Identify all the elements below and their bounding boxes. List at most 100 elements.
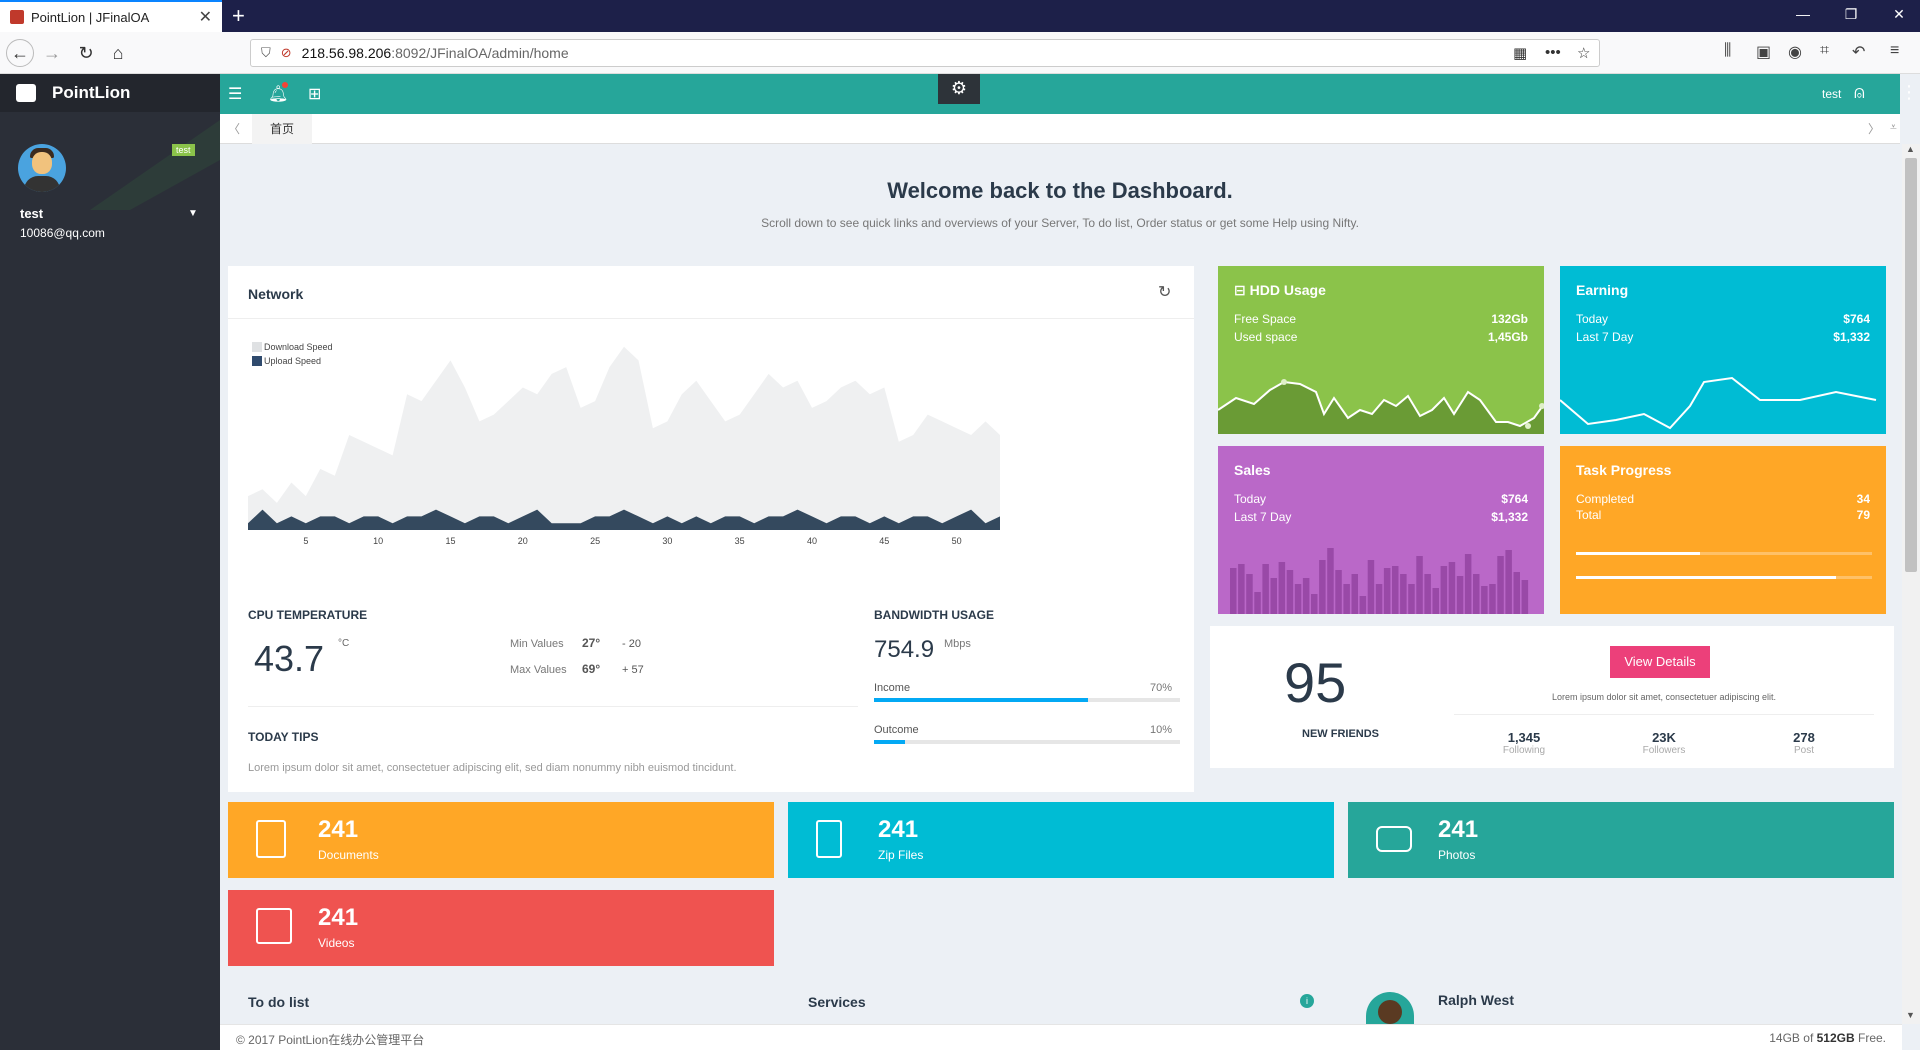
close-window-icon[interactable]: ✕ [1884, 6, 1914, 23]
screenshot-icon[interactable]: ⌗ [1820, 42, 1829, 60]
scroll-up-icon[interactable]: ▲ [1906, 144, 1915, 154]
reload-icon[interactable]: ↻ [72, 40, 100, 66]
close-tab-icon[interactable]: ✕ [199, 7, 212, 27]
earning-week-value: $1,332 [1833, 330, 1870, 344]
minimize-icon[interactable]: — [1788, 6, 1818, 22]
zip-files-tile[interactable]: 241 Zip Files [788, 802, 1334, 878]
brand[interactable]: PointLion [0, 74, 220, 112]
undo-icon[interactable]: ↶ [1852, 42, 1865, 62]
task-total-label: Total [1576, 508, 1602, 522]
refresh-icon[interactable]: ↻ [1158, 282, 1171, 302]
qr-code-icon[interactable]: ▦ [1513, 44, 1527, 62]
network-title: Network [248, 286, 304, 302]
video-icon [256, 908, 292, 944]
tab-home[interactable]: 首页 [252, 114, 312, 144]
sales-bar [1432, 588, 1439, 614]
documents-label: Documents [318, 848, 379, 862]
min-value: 27° [582, 636, 601, 650]
network-divider [228, 318, 1194, 319]
account-icon[interactable]: ◉ [1788, 42, 1802, 62]
stat-post-value: 278 [1793, 730, 1815, 745]
library-icon[interactable]: ⫼ [1724, 42, 1731, 60]
task-title: Task Progress [1576, 462, 1672, 478]
sales-bar [1424, 574, 1431, 614]
videos-label: Videos [318, 936, 355, 950]
task-tile[interactable]: Task Progress Completed 34 Total 79 [1560, 446, 1886, 614]
x-tick-label: 15 [445, 536, 455, 546]
services-title: Services [808, 994, 866, 1010]
sales-bar [1254, 592, 1261, 614]
tabs-dropdown-icon[interactable]: ⩡ [1890, 120, 1897, 135]
min-label: Min Values [510, 638, 564, 650]
photos-tile[interactable]: 241 Photos [1348, 802, 1894, 878]
sales-bar [1278, 562, 1286, 614]
page-scrollbar[interactable]: ▲ ▼ [1902, 144, 1920, 1024]
tabs-scroll-right-icon[interactable]: 〉 [1868, 120, 1880, 137]
back-icon[interactable]: ← [6, 39, 34, 67]
scrollbar-thumb[interactable] [1905, 158, 1917, 572]
sales-bar [1238, 564, 1245, 614]
x-tick-label: 30 [662, 536, 672, 546]
user-icon[interactable]: ⍝ [1854, 82, 1865, 103]
page-tabs: 〈 首页 〉 ⩡ [220, 114, 1900, 144]
restore-icon[interactable]: ❐ [1836, 6, 1866, 23]
videos-count: 241 [318, 904, 359, 931]
more-actions-icon[interactable]: ••• [1545, 44, 1561, 61]
shield-icon: ⛉ [261, 45, 271, 60]
videos-tile[interactable]: 241 Videos [228, 890, 774, 966]
sales-bar [1400, 574, 1407, 614]
scroll-down-icon[interactable]: ▼ [1906, 1010, 1915, 1020]
forward-icon[interactable]: → [38, 40, 66, 66]
sales-bar [1489, 584, 1496, 614]
documents-tile[interactable]: 241 Documents [228, 802, 774, 878]
sales-bar [1367, 560, 1375, 614]
view-details-button[interactable]: View Details [1610, 646, 1710, 678]
earning-today-label: Today [1576, 312, 1609, 326]
sales-bar [1505, 550, 1512, 614]
stat-followers-value: 23K [1652, 730, 1676, 745]
menu-toggle-icon[interactable]: ☰ [228, 84, 242, 104]
app-header: ☰ 🔔︎ ⊞ ⚙ test ⍝ ⋮ [220, 74, 1918, 114]
home-icon[interactable]: ⌂ [104, 40, 132, 66]
tabs-scroll-left-icon[interactable]: 〈 [228, 120, 240, 137]
hdd-tile[interactable]: ⊟ HDD Usage Free Space 132Gb Used space … [1218, 266, 1544, 434]
grid-apps-icon[interactable]: ⊞ [308, 84, 321, 104]
brand-logo-icon [16, 84, 36, 102]
favicon-icon [10, 10, 24, 24]
tips-title: TODAY TIPS [248, 730, 319, 744]
services-info-icon[interactable]: i [1300, 994, 1314, 1008]
user-menu-caret-icon[interactable]: ▼ [188, 208, 198, 219]
income-label: Income [874, 682, 911, 694]
earning-tile[interactable]: Earning Today $764 Last 7 Day $1,332 [1560, 266, 1886, 434]
cpu-divider [248, 706, 858, 707]
stat-post-label: Post [1793, 745, 1814, 756]
sales-bar [1497, 556, 1504, 614]
bookmark-star-icon[interactable]: ☆ [1577, 44, 1590, 62]
sales-today-value: $764 [1501, 492, 1528, 506]
user-name[interactable]: test [20, 206, 43, 221]
cpu-title: CPU TEMPERATURE [248, 608, 368, 622]
sales-bar [1440, 566, 1448, 614]
sales-bar [1327, 548, 1334, 614]
settings-gear-icon[interactable]: ⚙ [938, 74, 980, 104]
sidebar-toggle-icon[interactable]: ▣ [1756, 42, 1771, 62]
header-username[interactable]: test [1822, 87, 1841, 101]
friends-panel: 95 NEW FRIENDS View Details Lorem ipsum … [1210, 626, 1894, 768]
sales-tile[interactable]: Sales Today $764 Last 7 Day $1,332 [1218, 446, 1544, 614]
sales-bars [1230, 548, 1529, 614]
vertical-dots-icon[interactable]: ⋮ [1900, 82, 1918, 103]
browser-tab[interactable]: PointLion | JFinalOA ✕ [0, 0, 222, 32]
browser-menu-icon[interactable]: ≡ [1890, 42, 1899, 60]
avatar[interactable] [18, 144, 66, 192]
sales-bar [1456, 576, 1464, 614]
sales-bar [1375, 584, 1383, 614]
sales-bar [1473, 574, 1480, 614]
profile-avatar[interactable] [1366, 992, 1414, 1024]
url-bar[interactable]: ⛉ ⊘ 218.56.98.206 :8092/JFinalOA/admin/h… [250, 39, 1600, 67]
new-tab-button[interactable]: + [232, 3, 245, 29]
x-tick-label: 45 [879, 536, 889, 546]
earning-title: Earning [1576, 282, 1629, 298]
zip-file-icon [816, 820, 842, 858]
sales-bar [1383, 568, 1391, 614]
hdd-free-value: 132Gb [1491, 312, 1528, 326]
